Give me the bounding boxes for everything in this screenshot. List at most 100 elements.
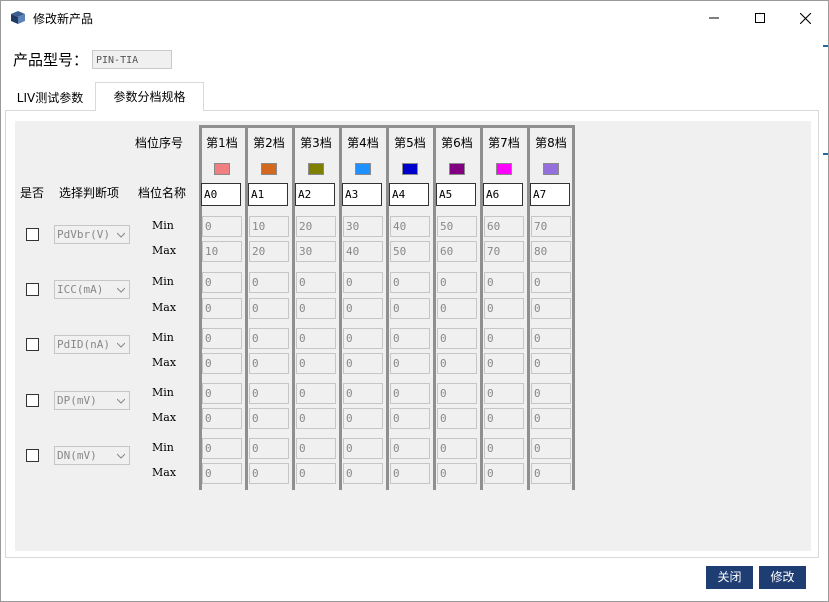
min-value-field[interactable]: 60	[484, 216, 524, 237]
enable-checkbox[interactable]	[26, 338, 39, 351]
min-value-field[interactable]: 0	[437, 328, 477, 349]
max-value-field[interactable]: 70	[484, 241, 524, 262]
bin-color-swatch[interactable]	[214, 163, 230, 175]
bin-name-field[interactable]: A0	[201, 183, 241, 206]
max-value-field[interactable]: 10	[202, 241, 242, 262]
max-value-field[interactable]: 40	[343, 241, 383, 262]
max-value-field[interactable]: 0	[202, 298, 242, 319]
bin-color-swatch[interactable]	[308, 163, 324, 175]
close-window-button[interactable]	[782, 1, 828, 35]
min-value-field[interactable]: 0	[343, 328, 383, 349]
min-value-field[interactable]: 0	[390, 383, 430, 404]
min-value-field[interactable]: 40	[390, 216, 430, 237]
max-value-field[interactable]: 0	[249, 408, 289, 429]
bin-name-field[interactable]: A2	[295, 183, 335, 206]
bin-name-field[interactable]: A1	[248, 183, 288, 206]
min-value-field[interactable]: 70	[531, 216, 571, 237]
min-value-field[interactable]: 0	[390, 438, 430, 459]
max-value-field[interactable]: 0	[390, 353, 430, 374]
min-value-field[interactable]: 20	[296, 216, 336, 237]
max-value-field[interactable]: 20	[249, 241, 289, 262]
min-value-field[interactable]: 0	[296, 383, 336, 404]
min-value-field[interactable]: 0	[437, 272, 477, 293]
bin-name-field[interactable]: A6	[483, 183, 523, 206]
modify-button[interactable]: 修改	[759, 566, 806, 589]
min-value-field[interactable]: 0	[484, 438, 524, 459]
max-value-field[interactable]: 0	[249, 353, 289, 374]
min-value-field[interactable]: 0	[249, 438, 289, 459]
min-value-field[interactable]: 30	[343, 216, 383, 237]
bin-color-swatch[interactable]	[543, 163, 559, 175]
max-value-field[interactable]: 0	[249, 463, 289, 484]
min-value-field[interactable]: 0	[390, 328, 430, 349]
max-value-field[interactable]: 0	[202, 463, 242, 484]
max-value-field[interactable]: 0	[296, 298, 336, 319]
min-value-field[interactable]: 50	[437, 216, 477, 237]
bin-name-field[interactable]: A5	[436, 183, 476, 206]
max-value-field[interactable]: 0	[484, 408, 524, 429]
max-value-field[interactable]: 0	[202, 408, 242, 429]
max-value-field[interactable]: 0	[343, 353, 383, 374]
min-value-field[interactable]: 0	[296, 328, 336, 349]
bin-name-field[interactable]: A7	[530, 183, 570, 206]
min-value-field[interactable]: 0	[531, 328, 571, 349]
max-value-field[interactable]: 0	[249, 298, 289, 319]
min-value-field[interactable]: 0	[202, 438, 242, 459]
max-value-field[interactable]: 0	[484, 298, 524, 319]
min-value-field[interactable]: 0	[531, 272, 571, 293]
bin-color-swatch[interactable]	[261, 163, 277, 175]
max-value-field[interactable]: 0	[484, 463, 524, 484]
max-value-field[interactable]: 0	[343, 298, 383, 319]
bin-name-field[interactable]: A3	[342, 183, 382, 206]
max-value-field[interactable]: 0	[531, 298, 571, 319]
enable-checkbox[interactable]	[26, 283, 39, 296]
max-value-field[interactable]: 0	[437, 408, 477, 429]
max-value-field[interactable]: 0	[437, 298, 477, 319]
max-value-field[interactable]: 0	[343, 463, 383, 484]
max-value-field[interactable]: 0	[202, 353, 242, 374]
max-value-field[interactable]: 0	[343, 408, 383, 429]
min-value-field[interactable]: 0	[296, 438, 336, 459]
min-value-field[interactable]: 0	[343, 383, 383, 404]
min-value-field[interactable]: 0	[296, 272, 336, 293]
max-value-field[interactable]: 0	[484, 353, 524, 374]
max-value-field[interactable]: 0	[531, 463, 571, 484]
enable-checkbox[interactable]	[26, 228, 39, 241]
tab-bin-spec[interactable]: 参数分档规格	[95, 82, 204, 111]
min-value-field[interactable]: 0	[437, 438, 477, 459]
min-value-field[interactable]: 0	[202, 216, 242, 237]
min-value-field[interactable]: 0	[484, 383, 524, 404]
max-value-field[interactable]: 0	[437, 353, 477, 374]
min-value-field[interactable]: 0	[531, 383, 571, 404]
max-value-field[interactable]: 0	[296, 408, 336, 429]
bin-name-field[interactable]: A4	[389, 183, 429, 206]
judge-item-select[interactable]: ICC(mA)	[54, 280, 130, 299]
bin-color-swatch[interactable]	[355, 163, 371, 175]
min-value-field[interactable]: 0	[484, 272, 524, 293]
min-value-field[interactable]: 0	[249, 272, 289, 293]
enable-checkbox[interactable]	[26, 394, 39, 407]
maximize-button[interactable]	[737, 1, 783, 35]
max-value-field[interactable]: 0	[296, 463, 336, 484]
min-value-field[interactable]: 0	[484, 328, 524, 349]
max-value-field[interactable]: 0	[531, 408, 571, 429]
min-value-field[interactable]: 0	[437, 383, 477, 404]
max-value-field[interactable]: 0	[390, 463, 430, 484]
enable-checkbox[interactable]	[26, 449, 39, 462]
bin-color-swatch[interactable]	[496, 163, 512, 175]
max-value-field[interactable]: 0	[531, 353, 571, 374]
close-button[interactable]: 关闭	[706, 566, 753, 589]
product-model-field[interactable]: PIN-TIA	[92, 50, 172, 69]
min-value-field[interactable]: 0	[531, 438, 571, 459]
tab-liv-params[interactable]: LIV测试参数	[5, 86, 95, 110]
max-value-field[interactable]: 50	[390, 241, 430, 262]
min-value-field[interactable]: 0	[343, 272, 383, 293]
min-value-field[interactable]: 0	[249, 328, 289, 349]
judge-item-select[interactable]: DP(mV)	[54, 391, 130, 410]
min-value-field[interactable]: 0	[343, 438, 383, 459]
max-value-field[interactable]: 0	[390, 408, 430, 429]
min-value-field[interactable]: 0	[390, 272, 430, 293]
judge-item-select[interactable]: PdID(nA)	[54, 335, 130, 354]
bin-color-swatch[interactable]	[402, 163, 418, 175]
judge-item-select[interactable]: PdVbr(V)	[54, 225, 130, 244]
